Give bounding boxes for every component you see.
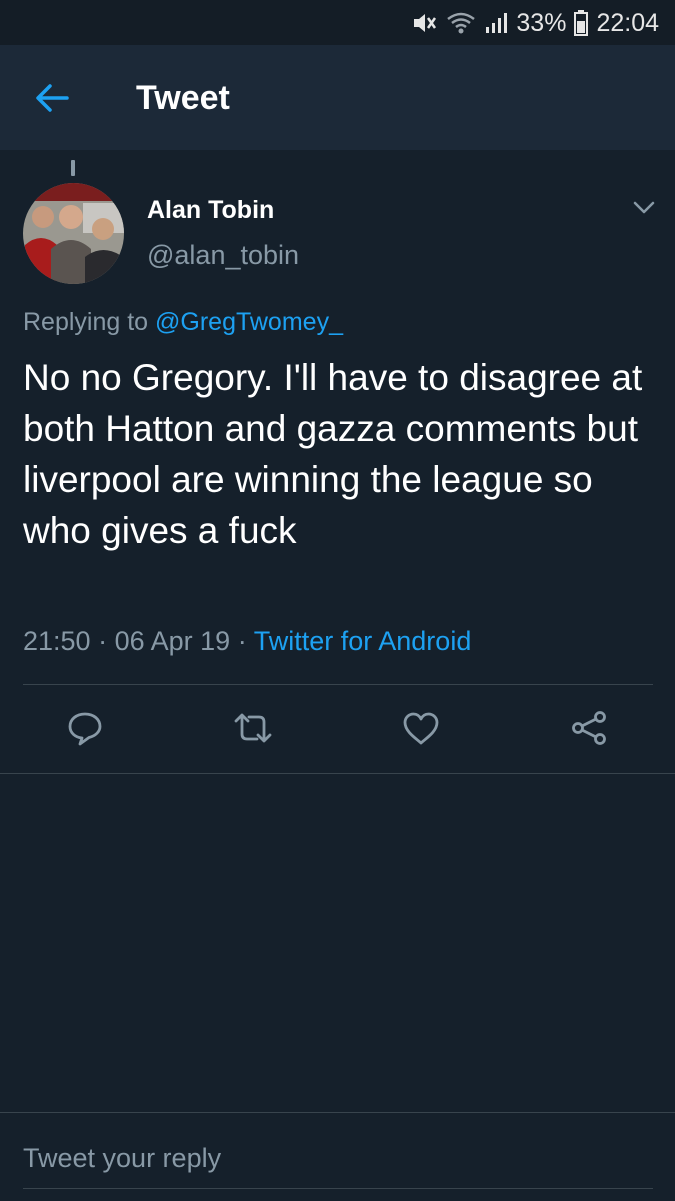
replying-to: Replying to @GregTwomey_ [23, 308, 343, 337]
meta-separator: · [98, 626, 108, 656]
replying-prefix: Replying to [23, 308, 149, 336]
meta-separator: · [237, 626, 247, 656]
heart-icon [402, 711, 440, 750]
status-icons: 33% 22:04 [412, 8, 659, 38]
share-icon [570, 710, 608, 751]
tweet-date: 06 Apr 19 [114, 626, 231, 656]
author-name[interactable]: Alan Tobin [147, 196, 274, 225]
signal-icon [484, 11, 508, 35]
mute-icon [412, 11, 438, 35]
battery-icon [574, 10, 589, 36]
battery-percent: 33% [516, 8, 567, 37]
reply-input-underline [23, 1188, 653, 1189]
tweet-text: No no Gregory. I'll have to disagree at … [23, 357, 643, 551]
back-button[interactable] [30, 78, 74, 122]
divider [0, 773, 675, 774]
divider [23, 684, 653, 685]
tweet-meta: 21:50 · 06 Apr 19 · Twitter for Android [23, 626, 471, 657]
comment-icon [67, 710, 103, 751]
share-button[interactable] [569, 710, 609, 750]
status-bar: 33% 22:04 [0, 0, 675, 45]
app-bar: Tweet [0, 45, 675, 150]
tweet-source-link[interactable]: Twitter for Android [254, 626, 472, 656]
reply-button[interactable] [65, 710, 105, 750]
reply-input[interactable] [23, 1138, 653, 1178]
tweet-time: 21:50 [23, 626, 91, 656]
arrow-left-icon [35, 83, 69, 118]
author-handle[interactable]: @alan_tobin [147, 240, 299, 271]
more-options-button[interactable] [628, 196, 660, 224]
clock: 22:04 [596, 8, 659, 37]
wifi-icon [446, 11, 476, 35]
retweet-icon [233, 710, 273, 751]
mention-link[interactable]: @GregTwomey_ [155, 308, 343, 336]
avatar[interactable] [23, 183, 124, 284]
like-button[interactable] [401, 710, 441, 750]
retweet-button[interactable] [233, 710, 273, 750]
thread-connector [71, 160, 75, 176]
chevron-down-icon [633, 201, 655, 220]
page-title: Tweet [136, 79, 230, 117]
